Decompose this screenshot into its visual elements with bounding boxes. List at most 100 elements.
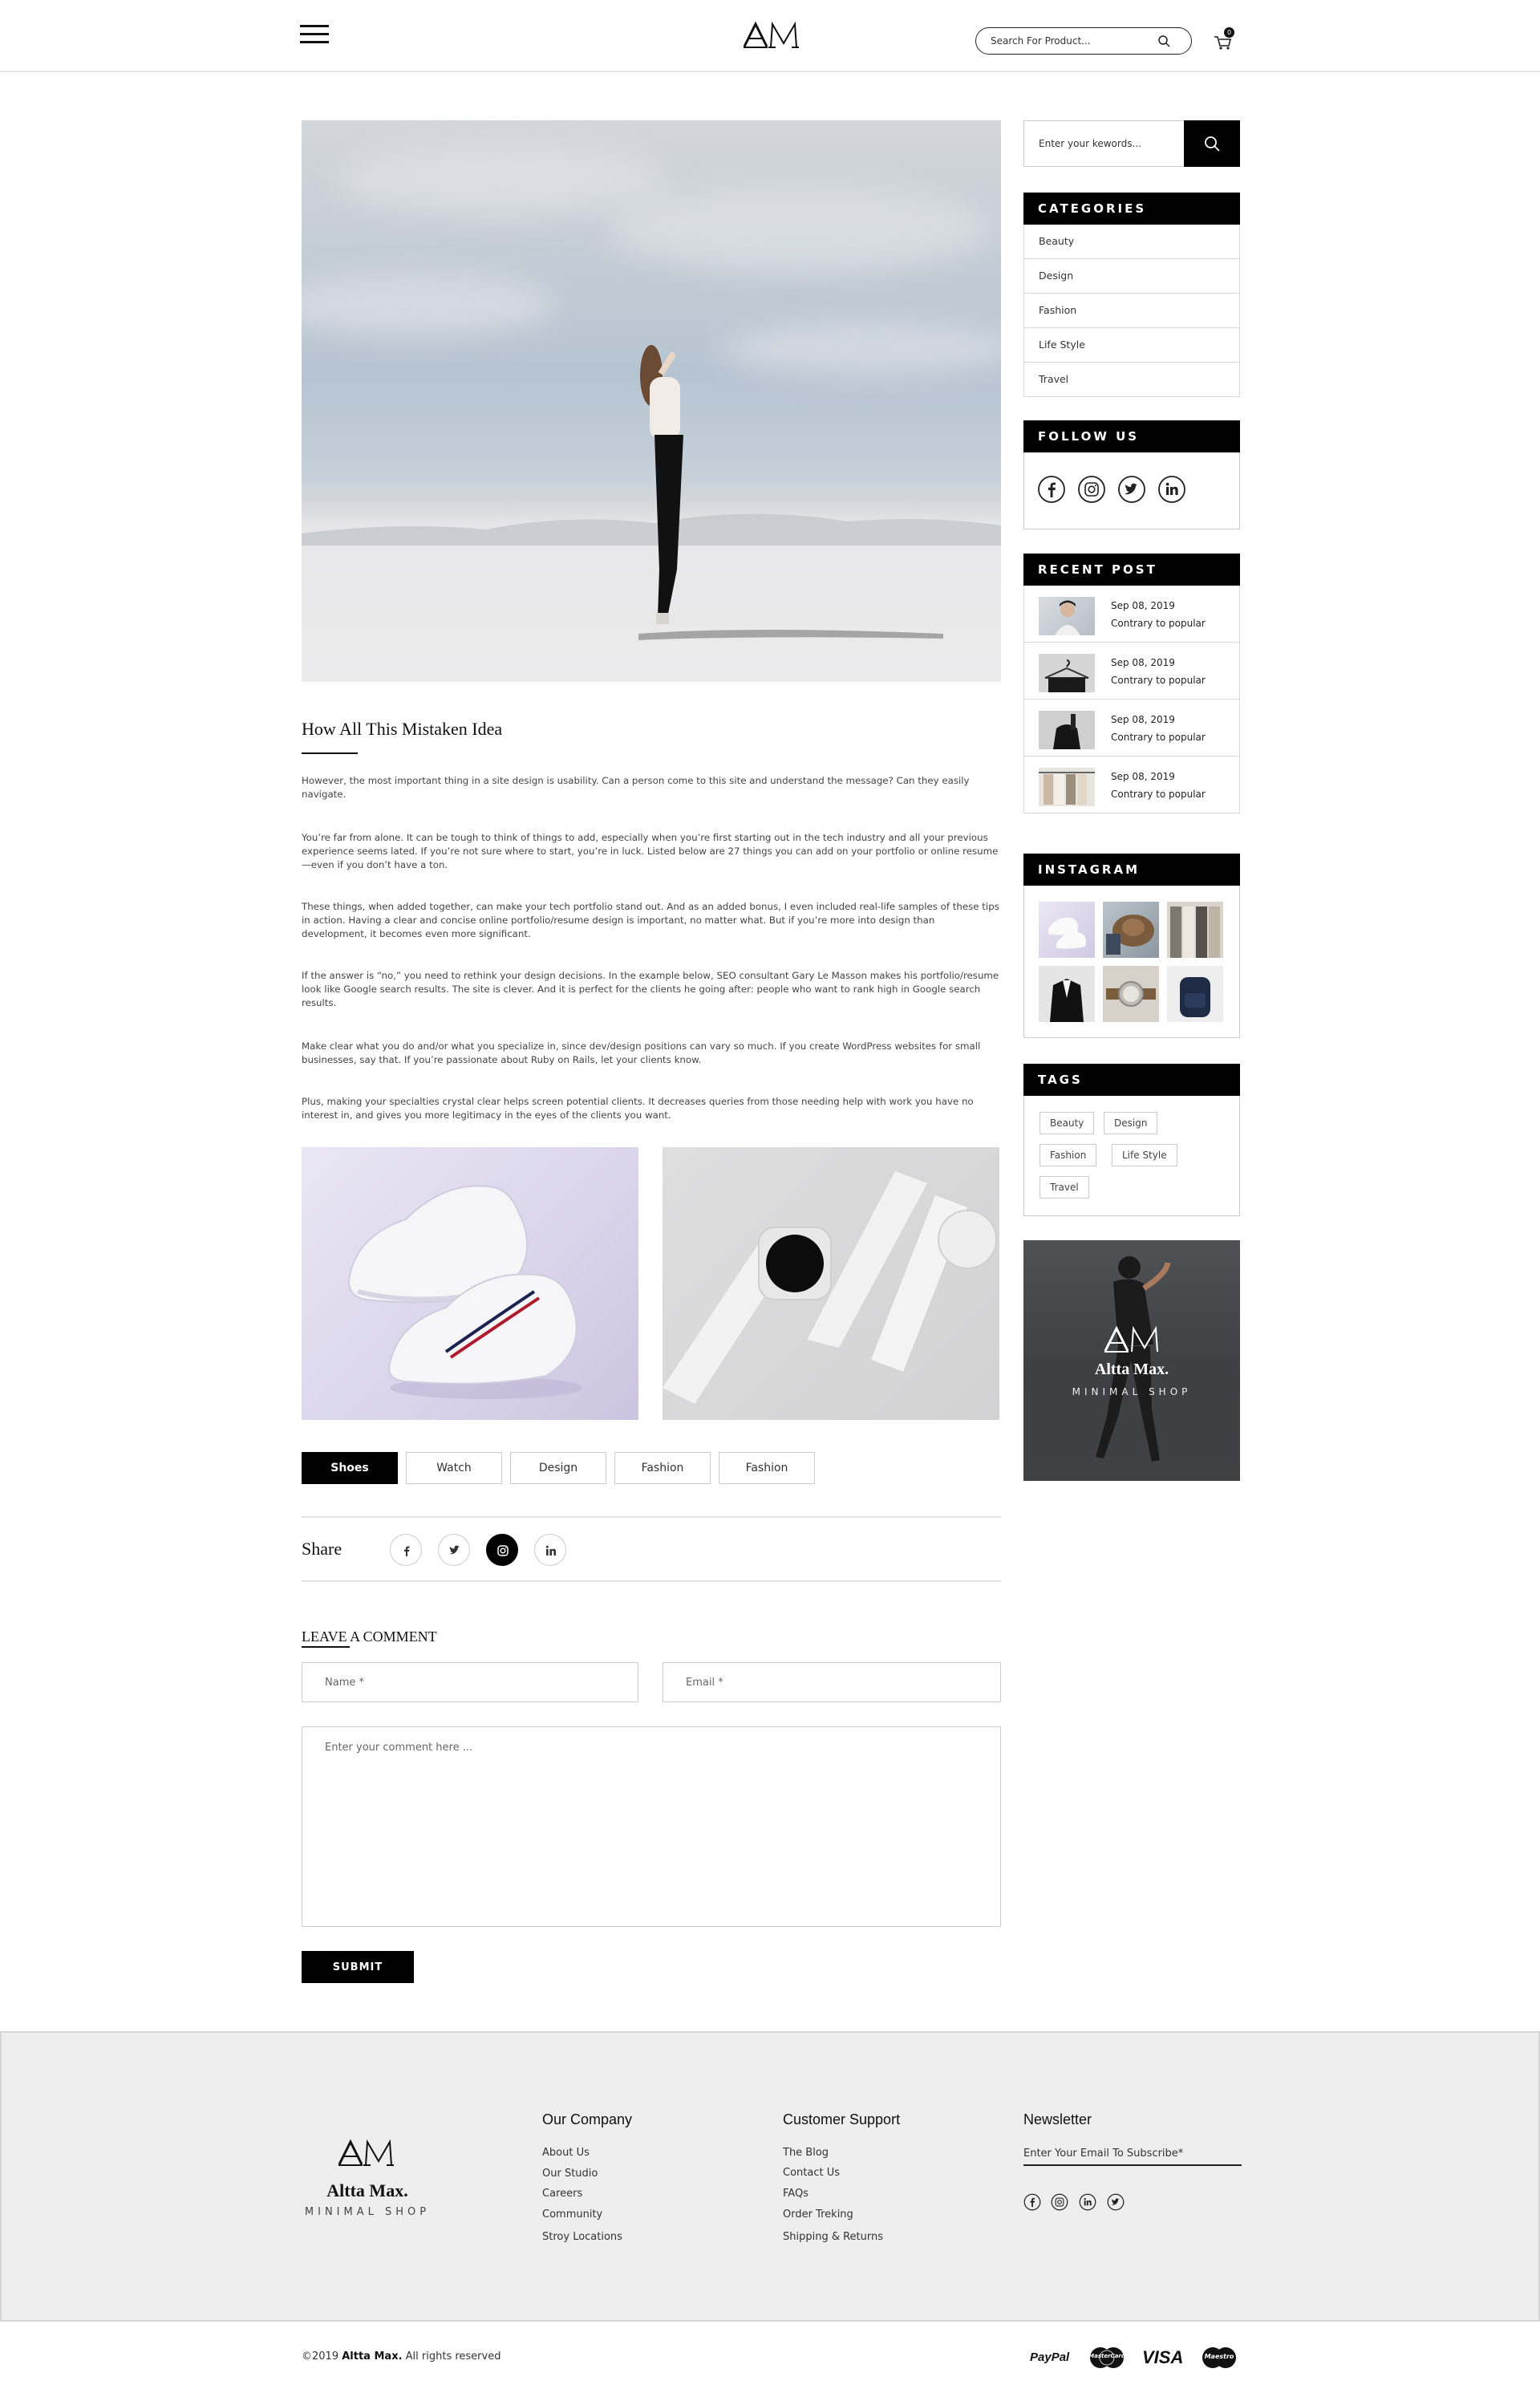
footer-link-community[interactable]: Community (542, 2208, 602, 2221)
share-instagram-icon[interactable] (486, 1534, 518, 1566)
tag-beauty[interactable]: Beauty (1040, 1112, 1095, 1134)
tag-button-watch[interactable]: Watch (406, 1452, 502, 1484)
article-paragraph: If the answer is “no,” you need to rethi… (302, 970, 999, 1008)
recent-post-thumbnail (1039, 654, 1095, 692)
search-icon[interactable] (1157, 34, 1170, 47)
footer-facebook-icon[interactable] (1023, 2193, 1041, 2211)
facebook-icon[interactable] (1037, 475, 1066, 504)
customer-support-heading: Customer Support (783, 2111, 901, 2127)
title-underline (302, 752, 358, 754)
article-paragraph: However, the most important thing in a s… (302, 775, 970, 800)
share-facebook-icon[interactable] (390, 1534, 422, 1566)
article-hero-image (302, 120, 1001, 682)
share-label: Share (302, 1539, 342, 1559)
recent-post-item[interactable]: Sep 08, 2019 Contrary to popular (1023, 643, 1240, 700)
footer-tagline: MINIMAL SHOP (304, 2206, 431, 2218)
cart-button[interactable]: 0 (1213, 27, 1237, 51)
instagram-icon[interactable] (1077, 475, 1106, 504)
tag-button-shoes[interactable]: Shoes (302, 1452, 398, 1484)
footer-link-our-studio[interactable]: Our Studio (542, 2168, 598, 2180)
site-logo[interactable] (742, 19, 800, 51)
instagram-heading: INSTAGRAM (1023, 854, 1240, 886)
maestro-logo: Maestro (1198, 2346, 1240, 2370)
sneakers-image (302, 1147, 638, 1420)
our-company-heading: Our Company (542, 2111, 633, 2127)
name-field[interactable] (302, 1662, 638, 1702)
paypal-label: PayPal (1030, 2350, 1070, 2364)
footer-twitter-icon[interactable] (1107, 2193, 1125, 2211)
category-fashion[interactable]: Fashion (1023, 294, 1240, 328)
recent-post-title: Contrary to popular (1111, 732, 1206, 743)
header-search (975, 27, 1192, 55)
linkedin-icon[interactable] (1157, 475, 1186, 504)
smartwatch-image (663, 1147, 999, 1420)
recent-post-item[interactable]: Sep 08, 2019 Contrary to popular (1023, 700, 1240, 756)
instagram-photo-suit[interactable] (1039, 966, 1095, 1022)
sidebar-search-input[interactable] (1039, 136, 1175, 152)
article-paragraph: These things, when added together, can m… (302, 901, 999, 939)
visa-logo: VISA (1142, 2346, 1187, 2370)
instagram-photo-backpack[interactable] (1167, 966, 1223, 1022)
mastercard-label: MasterCard (1088, 2353, 1125, 2359)
banner-logo (1104, 1325, 1158, 1353)
newsletter-email-input[interactable] (1023, 2142, 1242, 2166)
follow-us-heading: FOLLOW US (1023, 420, 1240, 452)
recent-post-heading: RECENT POST (1023, 554, 1240, 586)
share-twitter-icon[interactable] (438, 1534, 470, 1566)
article-paragraph: Plus, making your specialties crystal cl… (302, 1096, 974, 1121)
footer-link-store-locations[interactable]: Stroy Locations (542, 2231, 622, 2243)
banner-tagline: MINIMAL SHOP (1072, 1386, 1192, 1397)
footer-link-contact-us[interactable]: Contact Us (783, 2167, 840, 2179)
category-life-style[interactable]: Life Style (1023, 328, 1240, 363)
category-beauty[interactable]: Beauty (1023, 225, 1240, 259)
submit-button[interactable]: SUBMIT (302, 1951, 414, 1983)
categories-heading: CATEGORIES (1023, 193, 1240, 225)
footer-link-the-blog[interactable]: The Blog (783, 2147, 829, 2159)
tags-heading: TAGS (1023, 1064, 1240, 1096)
article-paragraph: You’re far from alone. It can be tough t… (302, 832, 999, 870)
sidebar-search-button[interactable] (1184, 120, 1240, 167)
category-travel[interactable]: Travel (1023, 363, 1240, 397)
footer-link-faqs[interactable]: FAQs (783, 2188, 808, 2200)
email-field[interactable] (663, 1662, 1001, 1702)
menu-icon[interactable] (300, 23, 329, 46)
sidebar-banner[interactable]: Altta Max. MINIMAL SHOP (1023, 1240, 1240, 1481)
mastercard-logo: MasterCard (1086, 2346, 1128, 2370)
instagram-photo-hat[interactable] (1103, 902, 1159, 958)
recent-post-date: Sep 08, 2019 (1111, 771, 1175, 782)
tag-travel[interactable]: Travel (1040, 1176, 1089, 1199)
footer-link-shipping-returns[interactable]: Shipping & Returns (783, 2231, 883, 2243)
site-header: 0 (0, 0, 1540, 72)
recent-post-item[interactable]: Sep 08, 2019 Contrary to popular (1023, 586, 1240, 643)
footer-linkedin-icon[interactable] (1079, 2193, 1096, 2211)
instagram-photo-watch[interactable] (1103, 966, 1159, 1022)
banner-brand-name: Altta Max. (1094, 1361, 1169, 1378)
recent-post-date: Sep 08, 2019 (1111, 600, 1175, 611)
article-paragraph: Make clear what you do and/or what you s… (302, 1040, 981, 1065)
divider (302, 1516, 1001, 1518)
recent-post-title: Contrary to popular (1111, 789, 1206, 800)
footer-instagram-icon[interactable] (1051, 2193, 1068, 2211)
tag-button-fashion[interactable]: Fashion (614, 1452, 711, 1484)
recent-post-thumbnail (1039, 711, 1095, 749)
footer-logo[interactable] (334, 2137, 398, 2169)
comment-textarea[interactable] (302, 1726, 1001, 1927)
twitter-icon[interactable] (1117, 475, 1146, 504)
copyright-brand: Altta Max. (342, 2350, 403, 2363)
tag-fashion[interactable]: Fashion (1040, 1144, 1097, 1166)
cart-count-badge: 0 (1224, 27, 1234, 38)
tag-life-style[interactable]: Life Style (1112, 1144, 1177, 1166)
comment-heading-underline (302, 1646, 350, 1648)
tag-button-design[interactable]: Design (510, 1452, 606, 1484)
header-search-input[interactable] (991, 33, 1151, 49)
tag-design[interactable]: Design (1104, 1112, 1158, 1134)
instagram-photo-clothes-rack[interactable] (1167, 902, 1223, 958)
category-design[interactable]: Design (1023, 259, 1240, 294)
tag-button-fashion-2[interactable]: Fashion (719, 1452, 815, 1484)
footer-link-careers[interactable]: Careers (542, 2188, 582, 2200)
footer-link-order-tracking[interactable]: Order Treking (783, 2208, 853, 2221)
share-linkedin-icon[interactable] (534, 1534, 566, 1566)
footer-link-about-us[interactable]: About Us (542, 2147, 590, 2159)
instagram-photo-sneakers[interactable] (1039, 902, 1095, 958)
recent-post-item[interactable]: Sep 08, 2019 Contrary to popular (1023, 756, 1240, 813)
